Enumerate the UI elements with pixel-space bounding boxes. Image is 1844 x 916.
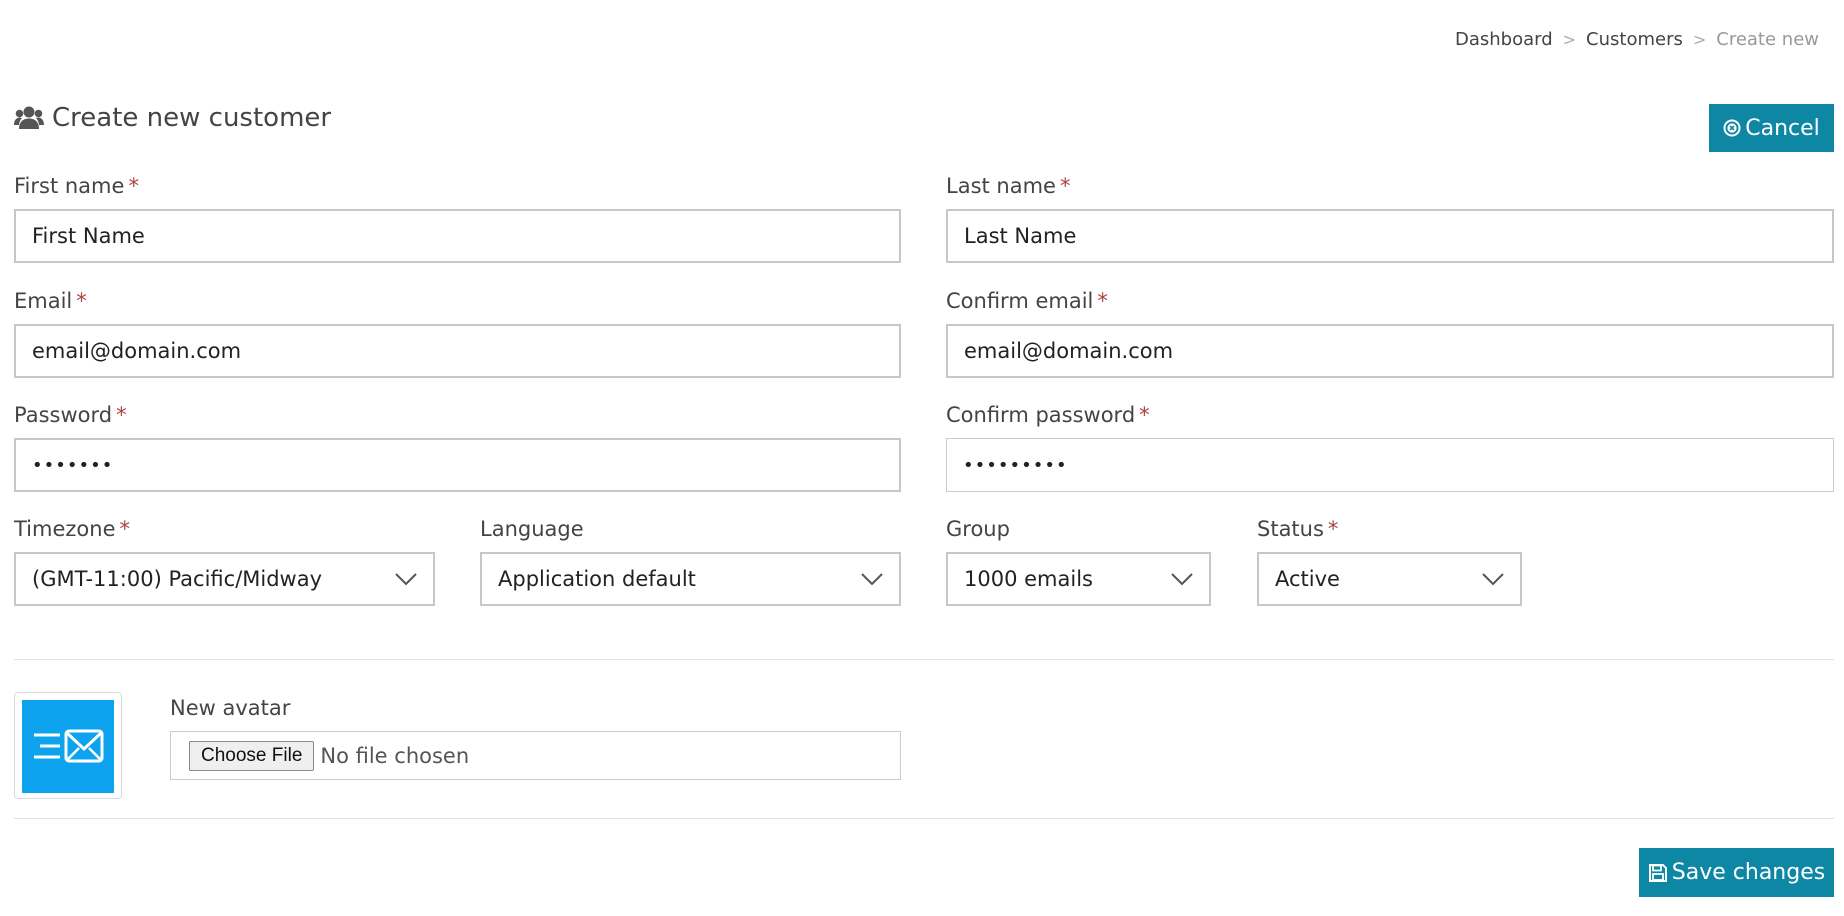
email-label: Email * bbox=[14, 289, 87, 313]
password-value: ••••••• bbox=[32, 454, 114, 476]
cancel-button[interactable]: Cancel bbox=[1709, 104, 1834, 152]
file-status: No file chosen bbox=[320, 743, 470, 768]
choose-file-button[interactable]: Choose File bbox=[189, 740, 315, 771]
email-field[interactable]: email@domain.com bbox=[14, 324, 901, 378]
breadcrumb-customers[interactable]: Customers bbox=[1586, 29, 1683, 50]
avatar bbox=[14, 692, 122, 799]
chevron-down-icon bbox=[395, 573, 417, 586]
required-marker: * bbox=[116, 403, 127, 427]
new-avatar-label: New avatar bbox=[170, 696, 291, 720]
language-label: Language bbox=[480, 517, 584, 541]
save-button-label: Save changes bbox=[1671, 860, 1826, 885]
confirm-password-label: Confirm password * bbox=[946, 403, 1150, 427]
first-name-label: First name * bbox=[14, 174, 139, 198]
page-title-text: Create new customer bbox=[52, 103, 332, 133]
avatar-image bbox=[22, 700, 114, 793]
breadcrumb-dashboard[interactable]: Dashboard bbox=[1455, 29, 1553, 50]
language-value: Application default bbox=[498, 567, 696, 591]
confirm-email-label: Confirm email * bbox=[946, 289, 1108, 313]
required-marker: * bbox=[1059, 174, 1071, 198]
breadcrumb-current: Create new bbox=[1716, 29, 1819, 50]
status-label: Status * bbox=[1257, 517, 1339, 541]
floppy-disk-icon bbox=[1648, 863, 1667, 882]
required-marker: * bbox=[1139, 403, 1150, 427]
users-icon bbox=[14, 106, 44, 129]
chevron-down-icon bbox=[1482, 573, 1504, 586]
required-marker: * bbox=[1327, 517, 1339, 541]
email-value: email@domain.com bbox=[32, 339, 242, 363]
confirm-email-field[interactable]: email@domain.com bbox=[946, 324, 1834, 378]
cancel-button-label: Cancel bbox=[1745, 115, 1820, 141]
required-marker: * bbox=[1097, 289, 1108, 313]
confirm-password-field[interactable]: ••••••••• bbox=[946, 438, 1834, 492]
last-name-value: Last Name bbox=[964, 224, 1077, 248]
divider bbox=[14, 659, 1834, 660]
status-select[interactable]: Active bbox=[1257, 552, 1522, 606]
breadcrumb-separator: > bbox=[1692, 30, 1707, 49]
divider bbox=[14, 818, 1834, 819]
timezone-value: (GMT-11:00) Pacific/Midway bbox=[32, 567, 323, 591]
required-marker: * bbox=[128, 174, 139, 198]
breadcrumb-separator: > bbox=[1562, 30, 1577, 49]
required-marker: * bbox=[119, 517, 131, 541]
timezone-select[interactable]: (GMT-11:00) Pacific/Midway bbox=[14, 552, 435, 606]
required-marker: * bbox=[76, 289, 87, 313]
group-select[interactable]: 1000 emails bbox=[946, 552, 1211, 606]
password-label: Password * bbox=[14, 403, 127, 427]
language-select[interactable]: Application default bbox=[480, 552, 901, 606]
last-name-label: Last name * bbox=[946, 174, 1071, 198]
breadcrumb: Dashboard > Customers > Create new bbox=[1455, 29, 1819, 50]
page-title: Create new customer bbox=[14, 103, 331, 133]
password-field[interactable]: ••••••• bbox=[14, 438, 901, 492]
timezone-label: Timezone * bbox=[14, 517, 130, 541]
times-circle-icon bbox=[1723, 119, 1741, 137]
confirm-email-value: email@domain.com bbox=[964, 339, 1174, 363]
group-label: Group bbox=[946, 517, 1010, 541]
last-name-field[interactable]: Last Name bbox=[946, 209, 1834, 263]
chevron-down-icon bbox=[861, 573, 883, 586]
confirm-password-value: ••••••••• bbox=[963, 454, 1068, 476]
status-value: Active bbox=[1275, 567, 1340, 591]
first-name-field[interactable]: First Name bbox=[14, 209, 901, 263]
group-value: 1000 emails bbox=[964, 567, 1093, 591]
first-name-value: First Name bbox=[32, 224, 145, 248]
email-fast-icon bbox=[34, 729, 104, 762]
save-button[interactable]: Save changes bbox=[1639, 848, 1834, 897]
avatar-file-input[interactable]: Choose File No file chosen bbox=[170, 731, 901, 780]
chevron-down-icon bbox=[1171, 573, 1193, 586]
